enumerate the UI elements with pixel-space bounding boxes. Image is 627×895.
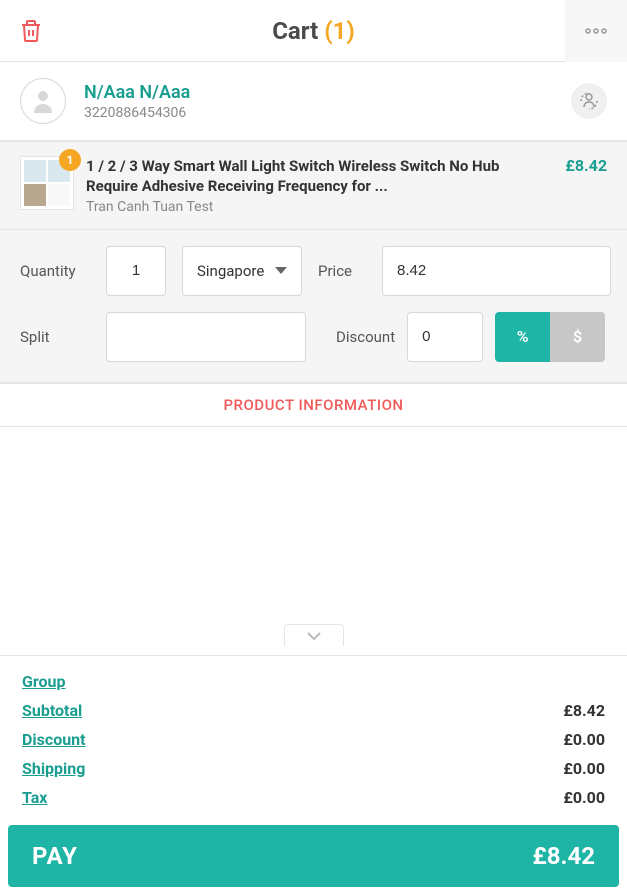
header: Cart (1) xyxy=(0,0,627,62)
price-label: Price xyxy=(318,262,370,280)
qty-badge: 1 xyxy=(59,149,81,171)
split-input[interactable] xyxy=(106,312,306,362)
cart-count: (1) xyxy=(324,17,355,45)
collapse-totals-button[interactable] xyxy=(284,624,344,646)
customer-info: N/Aaa N/Aaa 3220886454306 xyxy=(84,82,571,121)
group-link[interactable]: Group xyxy=(22,672,66,691)
product-info: 1 / 2 / 3 Way Smart Wall Light Switch Wi… xyxy=(86,156,549,215)
item-details-form: Quantity Singapore Price Split Discount … xyxy=(0,230,627,383)
discount-percent-button[interactable]: % xyxy=(495,312,550,362)
customer-id: 3220886454306 xyxy=(84,105,571,121)
subtotal-value: £8.42 xyxy=(563,701,605,720)
split-label: Split xyxy=(20,328,90,346)
trash-icon xyxy=(20,19,42,43)
variant-select[interactable]: Singapore xyxy=(182,246,302,296)
discount-input[interactable] xyxy=(407,312,483,362)
header-title-wrap: Cart (1) xyxy=(62,17,565,45)
subtotal-link[interactable]: Subtotal xyxy=(22,701,82,720)
discount-value: £0.00 xyxy=(563,730,605,749)
more-menu-button[interactable] xyxy=(565,0,627,62)
tax-link[interactable]: Tax xyxy=(22,788,47,807)
variant-value: Singapore xyxy=(197,262,264,280)
pay-button[interactable]: PAY £8.42 xyxy=(8,825,619,887)
cart-item[interactable]: 1 1 / 2 / 3 Way Smart Wall Light Switch … xyxy=(0,141,627,230)
clear-cart-button[interactable] xyxy=(0,0,62,62)
more-icon xyxy=(585,28,607,34)
product-vendor: Tran Canh Tuan Test xyxy=(86,199,549,215)
quantity-input[interactable] xyxy=(106,246,166,296)
shipping-value: £0.00 xyxy=(563,759,605,778)
customer-row: N/Aaa N/Aaa 3220886454306 xyxy=(0,62,627,141)
quantity-label: Quantity xyxy=(20,262,90,280)
chevron-down-icon xyxy=(306,631,322,641)
price-input[interactable] xyxy=(382,246,611,296)
product-thumbnail: 1 xyxy=(20,156,74,210)
customer-action-button[interactable] xyxy=(571,83,607,119)
shipping-link[interactable]: Shipping xyxy=(22,759,85,778)
discount-label: Discount xyxy=(336,328,395,346)
pay-label: PAY xyxy=(32,842,78,870)
customer-name: N/Aaa N/Aaa xyxy=(84,82,571,103)
person-icon xyxy=(32,89,54,113)
discount-currency-button[interactable]: $ xyxy=(550,312,605,362)
product-information-button[interactable]: PRODUCT INFORMATION xyxy=(0,383,627,427)
customer-swap-icon xyxy=(579,91,599,111)
discount-link[interactable]: Discount xyxy=(22,730,86,749)
totals-panel: Group Subtotal £8.42 Discount £0.00 Ship… xyxy=(0,655,627,823)
discount-type-toggle: % $ xyxy=(495,312,605,362)
product-line-price: £8.42 xyxy=(565,156,607,175)
chevron-down-icon xyxy=(275,267,287,275)
tax-value: £0.00 xyxy=(563,788,605,807)
product-title: 1 / 2 / 3 Way Smart Wall Light Switch Wi… xyxy=(86,156,549,197)
pay-amount: £8.42 xyxy=(532,842,595,870)
avatar xyxy=(20,78,66,124)
cart-title: Cart xyxy=(272,17,324,45)
